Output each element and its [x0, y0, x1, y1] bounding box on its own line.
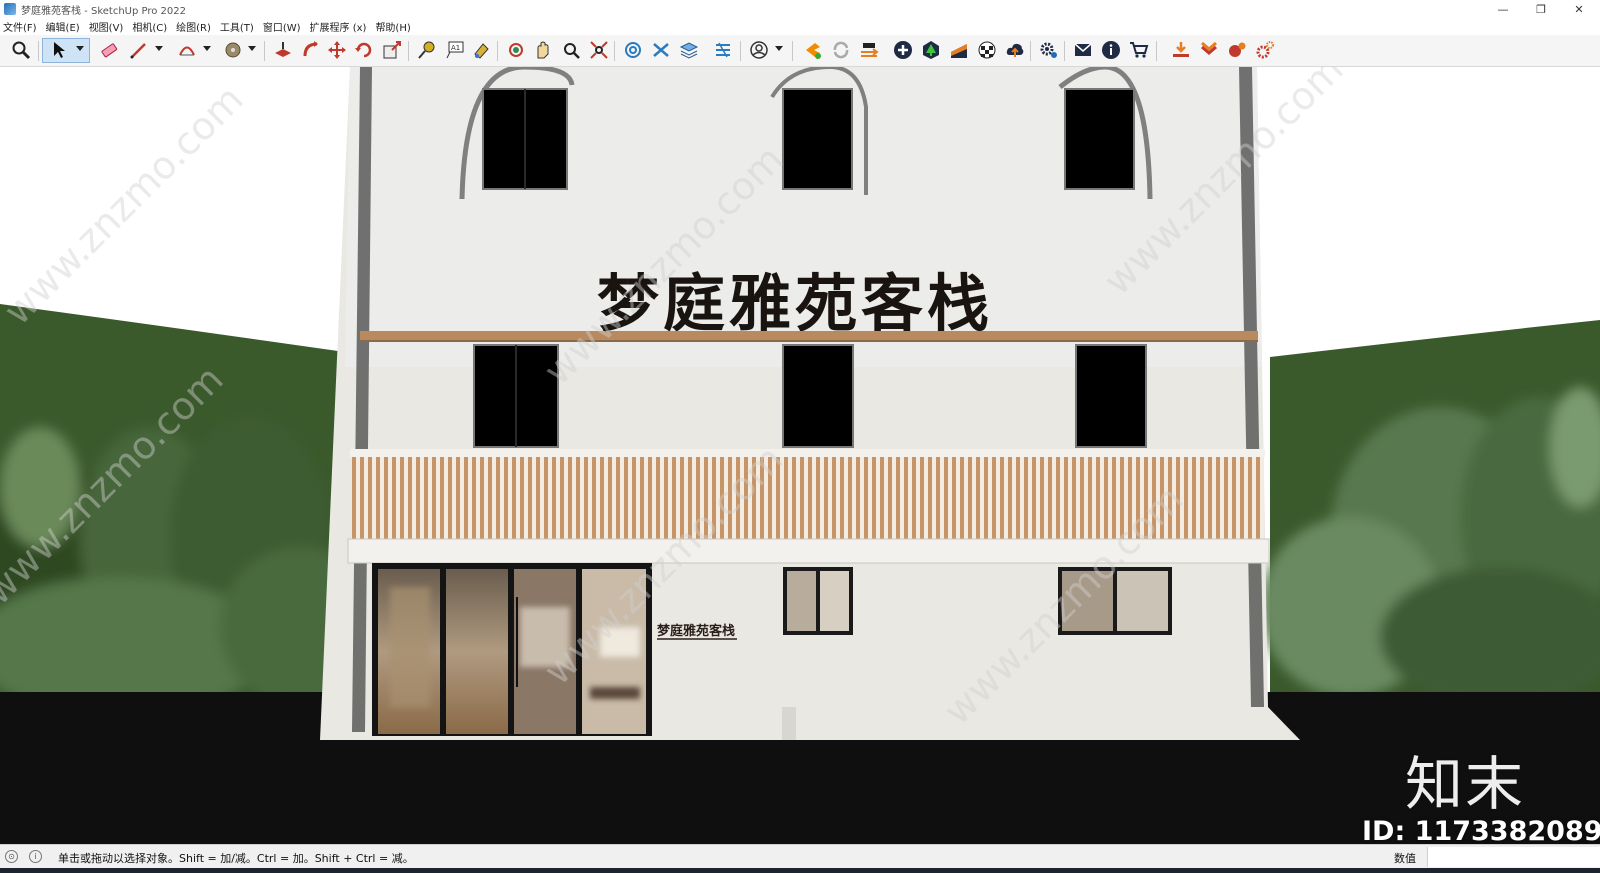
push-pull-icon[interactable] — [272, 39, 294, 61]
scene-svg: 梦庭雅苑客栈 梦庭雅苑客栈 www.znzmo.com www.znzmo.co… — [0, 67, 1600, 844]
cart-icon[interactable] — [1128, 39, 1150, 61]
wood-beam — [360, 331, 1258, 340]
line-dropdown-icon[interactable] — [155, 46, 163, 51]
stripes-icon[interactable] — [948, 39, 970, 61]
zoom-window-icon[interactable] — [560, 39, 582, 61]
toolbar-separator — [1064, 41, 1065, 61]
layers-icon[interactable] — [678, 39, 700, 61]
status-bar: ⊙ i 单击或拖动以选择对象。Shift = 加/减。Ctrl = 加。Shif… — [0, 844, 1600, 868]
toolbar-separator — [792, 41, 793, 61]
taskbar-strip — [0, 868, 1600, 873]
menu-window[interactable]: 窗口(W) — [263, 19, 301, 34]
menu-tools[interactable]: 工具(T) — [220, 19, 254, 34]
gear-icon[interactable] — [1038, 39, 1060, 61]
follow-me-icon[interactable] — [300, 39, 322, 61]
scale-icon[interactable] — [381, 39, 403, 61]
text-icon[interactable]: A1 — [444, 39, 466, 61]
account-dropdown-icon[interactable] — [775, 46, 783, 51]
add-circle-icon[interactable] — [892, 39, 914, 61]
close-button[interactable]: ✕ — [1560, 0, 1598, 18]
window-mid-center — [782, 344, 854, 448]
toolbar-separator — [497, 41, 498, 61]
geolocation-icon[interactable]: ⊙ — [5, 850, 18, 863]
info-icon[interactable] — [1100, 39, 1122, 61]
mail-icon[interactable] — [1072, 39, 1094, 61]
main-toolbar: A1 — [0, 35, 1600, 67]
swap-icon[interactable] — [858, 39, 880, 61]
gears-red-icon[interactable] — [1254, 39, 1276, 61]
tree-icon[interactable] — [920, 39, 942, 61]
signage-small: 梦庭雅苑客栈 — [657, 623, 735, 639]
window-top-center — [782, 88, 853, 190]
warehouse-icon[interactable] — [622, 39, 644, 61]
refresh-icon[interactable] — [830, 39, 852, 61]
toolbar-separator — [38, 41, 39, 61]
arc-icon[interactable] — [176, 39, 198, 61]
tape-measure-icon[interactable] — [416, 39, 438, 61]
rotate-icon[interactable] — [353, 39, 375, 61]
svg-text:A1: A1 — [451, 44, 460, 52]
arc-dropdown-icon[interactable] — [203, 46, 211, 51]
window-top-right — [1064, 88, 1135, 190]
checker-icon[interactable] — [976, 39, 998, 61]
menu-bar: 文件(F) 编辑(E) 视图(V) 相机(C) 绘图(R) 工具(T) 窗口(W… — [0, 18, 1600, 35]
extension-icon[interactable] — [650, 39, 672, 61]
paint-icon[interactable] — [470, 39, 492, 61]
paint-bucket-icon[interactable] — [222, 39, 244, 61]
status-hint: 单击或拖动以选择对象。Shift = 加/减。Ctrl = 加。Shift + … — [58, 852, 414, 865]
window-title: 梦庭雅苑客栈 - SketchUp Pro 2022 — [21, 5, 186, 17]
pan-icon[interactable] — [532, 39, 554, 61]
instructor-info-icon[interactable]: i — [29, 850, 42, 863]
move-icon[interactable] — [326, 39, 348, 61]
zoom-icon[interactable] — [10, 39, 32, 61]
balcony-top-rail — [350, 449, 1265, 457]
orbit-icon[interactable] — [505, 39, 527, 61]
pencil-line-icon[interactable] — [128, 39, 150, 61]
toolbar-separator — [408, 41, 409, 61]
restore-button[interactable]: ❐ — [1522, 0, 1560, 18]
zoom-extents-icon[interactable] — [588, 39, 610, 61]
cloud-upload-icon[interactable] — [1004, 39, 1026, 61]
menu-file[interactable]: 文件(F) — [3, 19, 37, 34]
shape-dropdown-icon[interactable] — [248, 46, 256, 51]
chevron-red-icon[interactable] — [1198, 39, 1220, 61]
title-bar: 梦庭雅苑客栈 - SketchUp Pro 2022 — ❐ ✕ — [0, 0, 1600, 18]
measurements-input[interactable] — [1427, 847, 1600, 867]
menu-draw[interactable]: 绘图(R) — [176, 19, 211, 34]
sandbox-icon[interactable] — [712, 39, 734, 61]
sketchup-app-icon — [4, 3, 16, 15]
menu-edit[interactable]: 编辑(E) — [46, 19, 80, 34]
model-id-watermark: ID: 1173382089 — [1362, 816, 1600, 847]
door-post — [782, 707, 796, 740]
minimize-button[interactable]: — — [1484, 0, 1522, 18]
toolbar-separator — [264, 41, 265, 61]
select-arrow-icon[interactable] — [48, 39, 70, 61]
toolbar-separator — [614, 41, 615, 61]
zhimo-logo-watermark: 知末 — [1405, 750, 1526, 818]
menu-help[interactable]: 帮助(H) — [375, 19, 410, 34]
window-mid-right — [1075, 344, 1147, 448]
select-dropdown-icon[interactable] — [76, 46, 84, 51]
model-viewport[interactable]: 梦庭雅苑客栈 梦庭雅苑客栈 www.znzmo.com www.znzmo.co… — [0, 67, 1600, 844]
tools-red-icon[interactable] — [1226, 39, 1248, 61]
menu-camera[interactable]: 相机(C) — [132, 19, 167, 34]
measurements-label: 数值 — [1394, 852, 1416, 865]
user-account-icon[interactable] — [748, 39, 770, 61]
eraser-icon[interactable] — [98, 39, 120, 61]
download-icon[interactable] — [1170, 39, 1192, 61]
menu-extensions[interactable]: 扩展程序 (x) — [310, 19, 367, 34]
toolbar-separator — [1030, 41, 1031, 61]
menu-view[interactable]: 视图(V) — [89, 19, 124, 34]
plugin-orange-icon[interactable] — [802, 39, 824, 61]
toolbar-separator — [740, 41, 741, 61]
toolbar-separator — [1156, 41, 1157, 61]
